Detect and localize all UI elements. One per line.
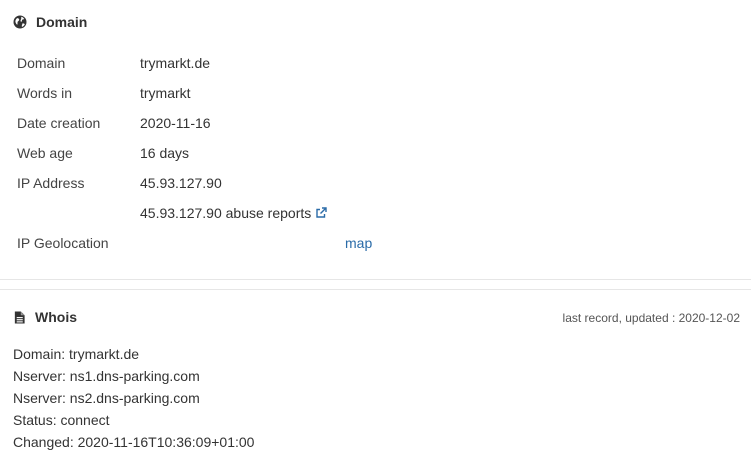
external-link-icon <box>316 207 327 218</box>
date-creation-value: 2020-11-16 <box>140 115 211 131</box>
whois-record: Domain: trymarkt.de Nserver: ns1.dns-par… <box>13 343 254 453</box>
ip-geolocation-label: IP Geolocation <box>17 235 109 251</box>
ip-address-link[interactable]: 45.93.127.90 <box>140 173 222 193</box>
document-icon <box>14 310 25 324</box>
whois-title-text: Whois <box>35 309 77 325</box>
globe-icon <box>13 15 27 29</box>
web-age-label: Web age <box>17 145 73 161</box>
domain-value: trymarkt.de <box>140 55 211 71</box>
domain-panel: Domain Domain trymarkt.de Words in tryma… <box>0 0 751 280</box>
whois-line: Status: connect <box>13 412 110 428</box>
words-in-label: Words in <box>17 85 72 101</box>
domain-label: Domain <box>17 55 66 71</box>
whois-line: Domain: trymarkt.de <box>13 346 140 362</box>
abuse-reports-text: 45.93.127.90 abuse reports <box>140 205 312 221</box>
whois-panel: Whois last record, updated : 2020-12-02 … <box>0 289 751 461</box>
whois-line: Changed: 2020-11-16T10:36:09+01:00 <box>13 434 255 450</box>
whois-line: Nserver: ns1.dns-parking.com <box>13 368 200 384</box>
last-updated-text: last record, updated : 2020-12-02 <box>562 311 740 325</box>
whois-panel-title: Whois <box>13 307 77 327</box>
words-in-value: trymarkt <box>140 85 191 101</box>
whois-line: Nserver: ns2.dns-parking.com <box>13 390 200 406</box>
web-age-value: 16 days <box>140 145 190 161</box>
map-link[interactable]: map <box>345 233 372 253</box>
ip-address-label: IP Address <box>17 175 85 191</box>
abuse-reports-link[interactable]: 45.93.127.90 abuse reports <box>140 203 327 223</box>
domain-panel-title: Domain <box>13 12 87 32</box>
domain-title-text: Domain <box>36 14 88 30</box>
date-creation-label: Date creation <box>17 115 101 131</box>
